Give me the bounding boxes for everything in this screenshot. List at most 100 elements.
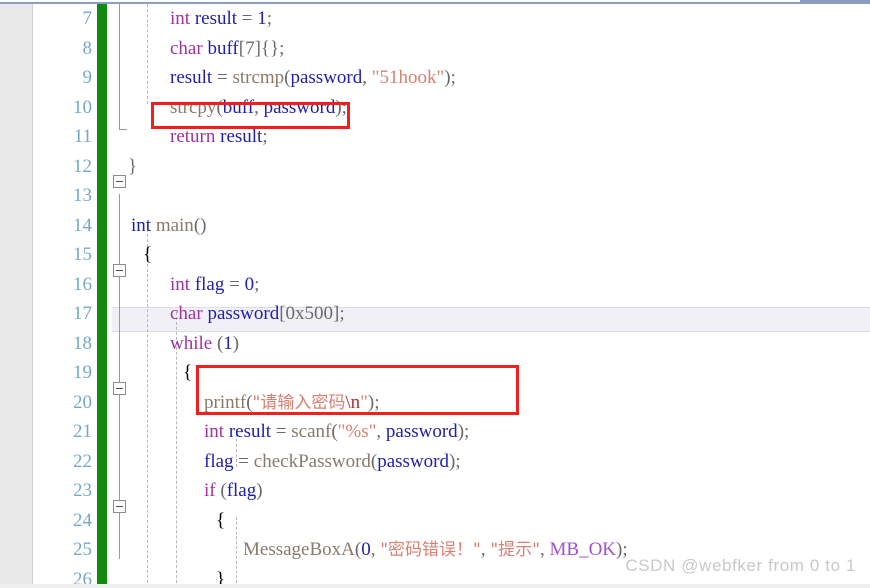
token-operator: = xyxy=(271,421,292,442)
code-line-12[interactable]: 12 } xyxy=(0,152,870,182)
line-number: 19 xyxy=(73,362,92,383)
line-number: 24 xyxy=(73,509,92,531)
line-number: 23 xyxy=(73,480,92,501)
code-line-9[interactable]: 9 result = strcmp(password, "51hook"); xyxy=(0,63,870,93)
token-punct: ); xyxy=(457,421,470,442)
code-line-10[interactable]: 10 strcpy(buff, password); xyxy=(0,93,870,123)
code-line-14[interactable]: 14 int main() xyxy=(0,211,870,241)
token-operator: = xyxy=(212,67,233,88)
code-line-15[interactable]: 15 { xyxy=(0,240,870,270)
code-line-7[interactable]: 7 int result = 1; xyxy=(0,4,870,34)
code-line-22[interactable]: 22 flag = checkPassword(password); xyxy=(0,447,870,477)
code-text: MessageBoxA(0, "密码错误！", "提示", MB_OK); xyxy=(243,535,628,564)
code-line-21[interactable]: 21 int result = scanf("%s", password); xyxy=(0,417,870,447)
line-number: 22 xyxy=(73,450,92,472)
token-string: "提示" xyxy=(490,540,540,560)
line-number: 17 xyxy=(73,303,92,324)
token-string: "51hook" xyxy=(371,67,445,88)
token-number: 0 xyxy=(361,539,371,560)
token-identifier: result xyxy=(194,8,238,29)
code-line-16[interactable]: 16 int flag = 0; xyxy=(0,270,870,300)
token-keyword: int xyxy=(131,214,152,236)
line-number: 18 xyxy=(73,332,92,354)
token-operator: = xyxy=(224,273,245,295)
line-number: 21 xyxy=(73,421,92,442)
token-identifier: buff xyxy=(207,37,239,59)
token-number: 1 xyxy=(257,8,267,29)
token-identifier: password xyxy=(290,67,363,88)
code-line-8[interactable]: 8 char buff[7]{}; xyxy=(0,34,870,64)
token-keyword: int xyxy=(170,8,191,29)
token-number: 1 xyxy=(223,332,233,354)
token-identifier: flag xyxy=(190,273,225,295)
code-text: if (flag) xyxy=(204,476,263,505)
token-macro: MB_OK xyxy=(549,539,617,560)
code-text: char buff[7]{}; xyxy=(170,34,284,63)
token-keyword: if xyxy=(204,480,216,501)
token-punct: ; xyxy=(262,126,268,147)
token-punct: , xyxy=(480,539,491,560)
token-punct: ( xyxy=(215,480,227,501)
token-identifier: result xyxy=(224,421,272,442)
token-punct: ; xyxy=(254,273,260,295)
token-string: "%s" xyxy=(337,421,377,442)
token-punct: ( xyxy=(212,332,224,354)
line-number: 20 xyxy=(73,391,92,413)
token-function: checkPassword xyxy=(253,450,371,472)
token-keyword: int xyxy=(170,273,191,295)
token-keyword: int xyxy=(204,421,225,442)
token-function: strcmp xyxy=(232,67,285,88)
token-operator: = xyxy=(237,8,258,29)
line-number: 16 xyxy=(73,273,92,295)
code-line-17[interactable]: 17 char password[0x500]; xyxy=(0,299,870,329)
code-line-24[interactable]: 24 { xyxy=(0,506,870,536)
editor-bottom-strip xyxy=(0,584,870,588)
token-keyword: char xyxy=(170,303,203,324)
code-text: { xyxy=(183,362,193,383)
token-punct: ; xyxy=(266,8,273,29)
token-punct: ) xyxy=(256,480,263,501)
code-text: while (1) xyxy=(170,329,239,358)
token-number: 0 xyxy=(244,273,255,295)
code-text: int main() xyxy=(131,211,206,240)
token-operator: = xyxy=(233,450,254,472)
line-number: 14 xyxy=(73,214,92,236)
token-punct: [0x500]; xyxy=(279,303,345,324)
line-number: 13 xyxy=(73,185,92,206)
code-line-18[interactable]: 18 while (1) xyxy=(0,329,870,359)
token-identifier: password xyxy=(202,303,280,324)
token-punct: [7]{}; xyxy=(238,37,285,59)
annotation-box-flag-check xyxy=(196,365,519,415)
code-text: { xyxy=(216,509,226,531)
token-identifier: result xyxy=(170,67,213,88)
token-identifier: result xyxy=(215,126,263,147)
token-keyword: char xyxy=(170,37,203,59)
code-text: { xyxy=(143,244,153,265)
token-function: MessageBoxA xyxy=(243,539,355,560)
code-line-11[interactable]: 11 return result; xyxy=(0,122,870,152)
code-text: flag = checkPassword(password); xyxy=(204,447,461,476)
code-editor-window: 7 int result = 1; 8 char buff[7]{}; 9 re… xyxy=(0,0,870,588)
code-text: result = strcmp(password, "51hook"); xyxy=(170,63,456,92)
code-line-13[interactable]: 13 xyxy=(0,181,870,211)
annotation-box-return-result xyxy=(151,102,350,129)
line-number: 10 xyxy=(73,96,92,118)
token-identifier: password xyxy=(385,421,458,442)
token-function: scanf xyxy=(291,421,332,442)
token-identifier: password xyxy=(377,450,450,472)
editor-surface[interactable]: 7 int result = 1; 8 char buff[7]{}; 9 re… xyxy=(0,4,870,588)
line-number: 15 xyxy=(73,244,92,265)
token-identifier: flag xyxy=(204,450,234,472)
token-string: "密码错误！" xyxy=(380,540,481,560)
code-text: int result = scanf("%s", password); xyxy=(204,417,469,446)
token-punct: ); xyxy=(449,450,461,472)
code-text: int result = 1; xyxy=(170,4,272,33)
watermark-text: CSDN @webfker from 0 to 1 xyxy=(625,556,856,575)
code-text: char password[0x500]; xyxy=(170,299,345,328)
line-number: 7 xyxy=(82,8,93,29)
code-line-23[interactable]: 23 if (flag) xyxy=(0,476,870,506)
token-keyword: return xyxy=(170,126,216,147)
line-number: 12 xyxy=(73,155,92,177)
token-punct: ) xyxy=(232,332,240,354)
line-number: 8 xyxy=(82,37,93,59)
